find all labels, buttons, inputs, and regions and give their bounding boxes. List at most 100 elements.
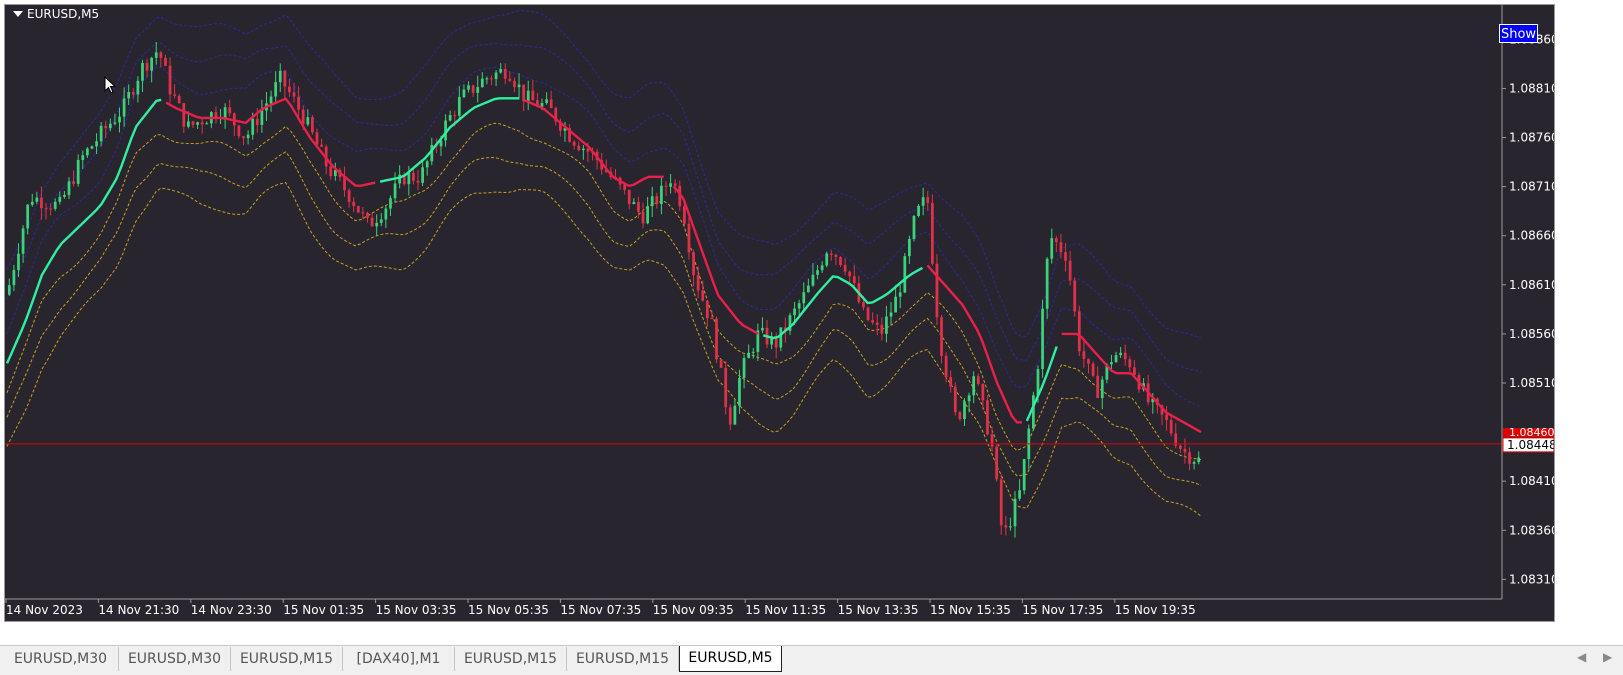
candle-body xyxy=(1064,252,1067,261)
tab-eurusd-m15[interactable]: EURUSD,M15 xyxy=(455,647,567,671)
candle-body xyxy=(1045,258,1049,309)
candle-body xyxy=(274,82,278,97)
candle-body xyxy=(930,202,934,264)
candle-body xyxy=(513,80,516,88)
candle-body xyxy=(637,201,640,212)
candle-body xyxy=(95,141,98,147)
candle-body xyxy=(655,196,659,205)
chart-symbol-title[interactable]: EURUSD,M5 xyxy=(13,7,99,21)
moving-average xyxy=(5,97,1202,434)
scroll-right-icon[interactable]: ▶ xyxy=(1603,650,1612,664)
candle-body xyxy=(292,92,296,97)
candle-body xyxy=(728,407,732,425)
candle-body xyxy=(329,166,333,177)
candle-body xyxy=(393,183,397,199)
tab-eurusd-m15[interactable]: EURUSD,M15 xyxy=(231,647,343,671)
tab-eurusd-m30[interactable]: EURUSD,M30 xyxy=(119,647,231,671)
candle-body xyxy=(63,194,66,197)
upper-band-line xyxy=(6,42,1202,373)
symbol-label: EURUSD,M5 xyxy=(27,7,100,21)
candle-body xyxy=(1032,395,1035,429)
candle-body xyxy=(806,285,810,293)
candle-body xyxy=(187,121,190,127)
candle-body xyxy=(705,300,709,319)
candle-body xyxy=(1165,414,1168,420)
candle-body xyxy=(724,367,728,408)
candle-body xyxy=(1082,351,1086,359)
candle-body xyxy=(67,181,71,195)
candle-body xyxy=(641,211,645,224)
candle-body xyxy=(1004,525,1008,528)
candle-body xyxy=(40,197,43,209)
tab-eurusd-m30[interactable]: EURUSD,M30 xyxy=(3,647,119,671)
x-tick-label: 15 Nov 11:35 xyxy=(745,603,826,617)
candle-body xyxy=(416,180,420,183)
candle-body xyxy=(17,253,20,271)
candle-body xyxy=(1128,359,1132,368)
candle-body xyxy=(476,87,480,93)
tab-eurusd-m5[interactable]: EURUSD,M5 xyxy=(679,646,782,672)
candle-body xyxy=(205,123,209,125)
candle-body xyxy=(1041,308,1044,370)
x-tick-label: 14 Nov 23:30 xyxy=(191,603,272,617)
candle-body xyxy=(829,253,833,255)
candle-body xyxy=(1013,498,1017,527)
candle-body xyxy=(283,70,287,87)
candle-body xyxy=(407,172,411,185)
candle-body xyxy=(1197,457,1201,463)
collapse-triangle-icon[interactable] xyxy=(13,11,23,17)
candle-body xyxy=(490,78,493,80)
candle-body xyxy=(255,118,259,125)
candle-body xyxy=(650,196,654,207)
candle-body xyxy=(1054,238,1058,243)
candle-body xyxy=(49,208,53,210)
y-tick-label: 1.08610 xyxy=(1509,278,1554,292)
x-tick-label: 14 Nov 2023 xyxy=(6,603,83,617)
y-tick-label: 1.08410 xyxy=(1509,474,1554,488)
candle-body xyxy=(742,358,746,378)
price-chart[interactable]: 1.088601.088101.087601.087101.086601.086… xyxy=(5,5,1554,621)
x-tick-label: 15 Nov 17:35 xyxy=(1022,603,1103,617)
candle-body xyxy=(90,146,94,149)
candle-body xyxy=(738,377,741,406)
candle-body xyxy=(26,204,30,229)
candle-body xyxy=(421,167,424,183)
candle-body xyxy=(242,136,245,139)
y-tick-label: 1.08360 xyxy=(1509,523,1554,537)
candle-body xyxy=(21,228,25,254)
candle-body xyxy=(1114,355,1118,363)
tab--dax40-m1[interactable]: [DAX40],M1 xyxy=(343,647,455,671)
candle-body xyxy=(981,383,985,401)
candle-body xyxy=(669,183,672,187)
scroll-left-icon[interactable]: ◀ xyxy=(1577,650,1586,664)
candle-body xyxy=(871,320,875,323)
candle-body xyxy=(177,95,181,104)
candle-body xyxy=(1192,462,1196,464)
y-tick-label: 1.08560 xyxy=(1509,327,1554,341)
candlesticks xyxy=(7,42,1201,538)
candle-body xyxy=(361,212,365,214)
candle-body xyxy=(903,256,907,293)
candle-body xyxy=(508,78,512,81)
candle-body xyxy=(347,190,351,202)
lower-band-line xyxy=(6,122,1202,461)
candle-body xyxy=(715,318,718,360)
candle-body xyxy=(154,52,158,58)
candle-body xyxy=(104,125,108,129)
upper-band-line xyxy=(6,66,1202,408)
candle-body xyxy=(278,70,282,83)
candle-body xyxy=(1100,379,1104,398)
x-tick-label: 15 Nov 19:35 xyxy=(1115,603,1196,617)
candle-body xyxy=(545,99,548,103)
candle-body xyxy=(1073,280,1077,312)
chart-window[interactable]: 1.088601.088101.087601.087101.086601.086… xyxy=(4,4,1555,622)
candle-body xyxy=(811,274,815,286)
candle-body xyxy=(228,107,232,114)
tab-eurusd-m15[interactable]: EURUSD,M15 xyxy=(567,647,679,671)
candle-body xyxy=(131,92,135,95)
candle-body xyxy=(875,322,879,325)
candle-body xyxy=(246,134,250,139)
candle-body xyxy=(917,205,920,216)
candle-body xyxy=(894,296,897,313)
show-button[interactable]: Show xyxy=(1499,24,1538,43)
